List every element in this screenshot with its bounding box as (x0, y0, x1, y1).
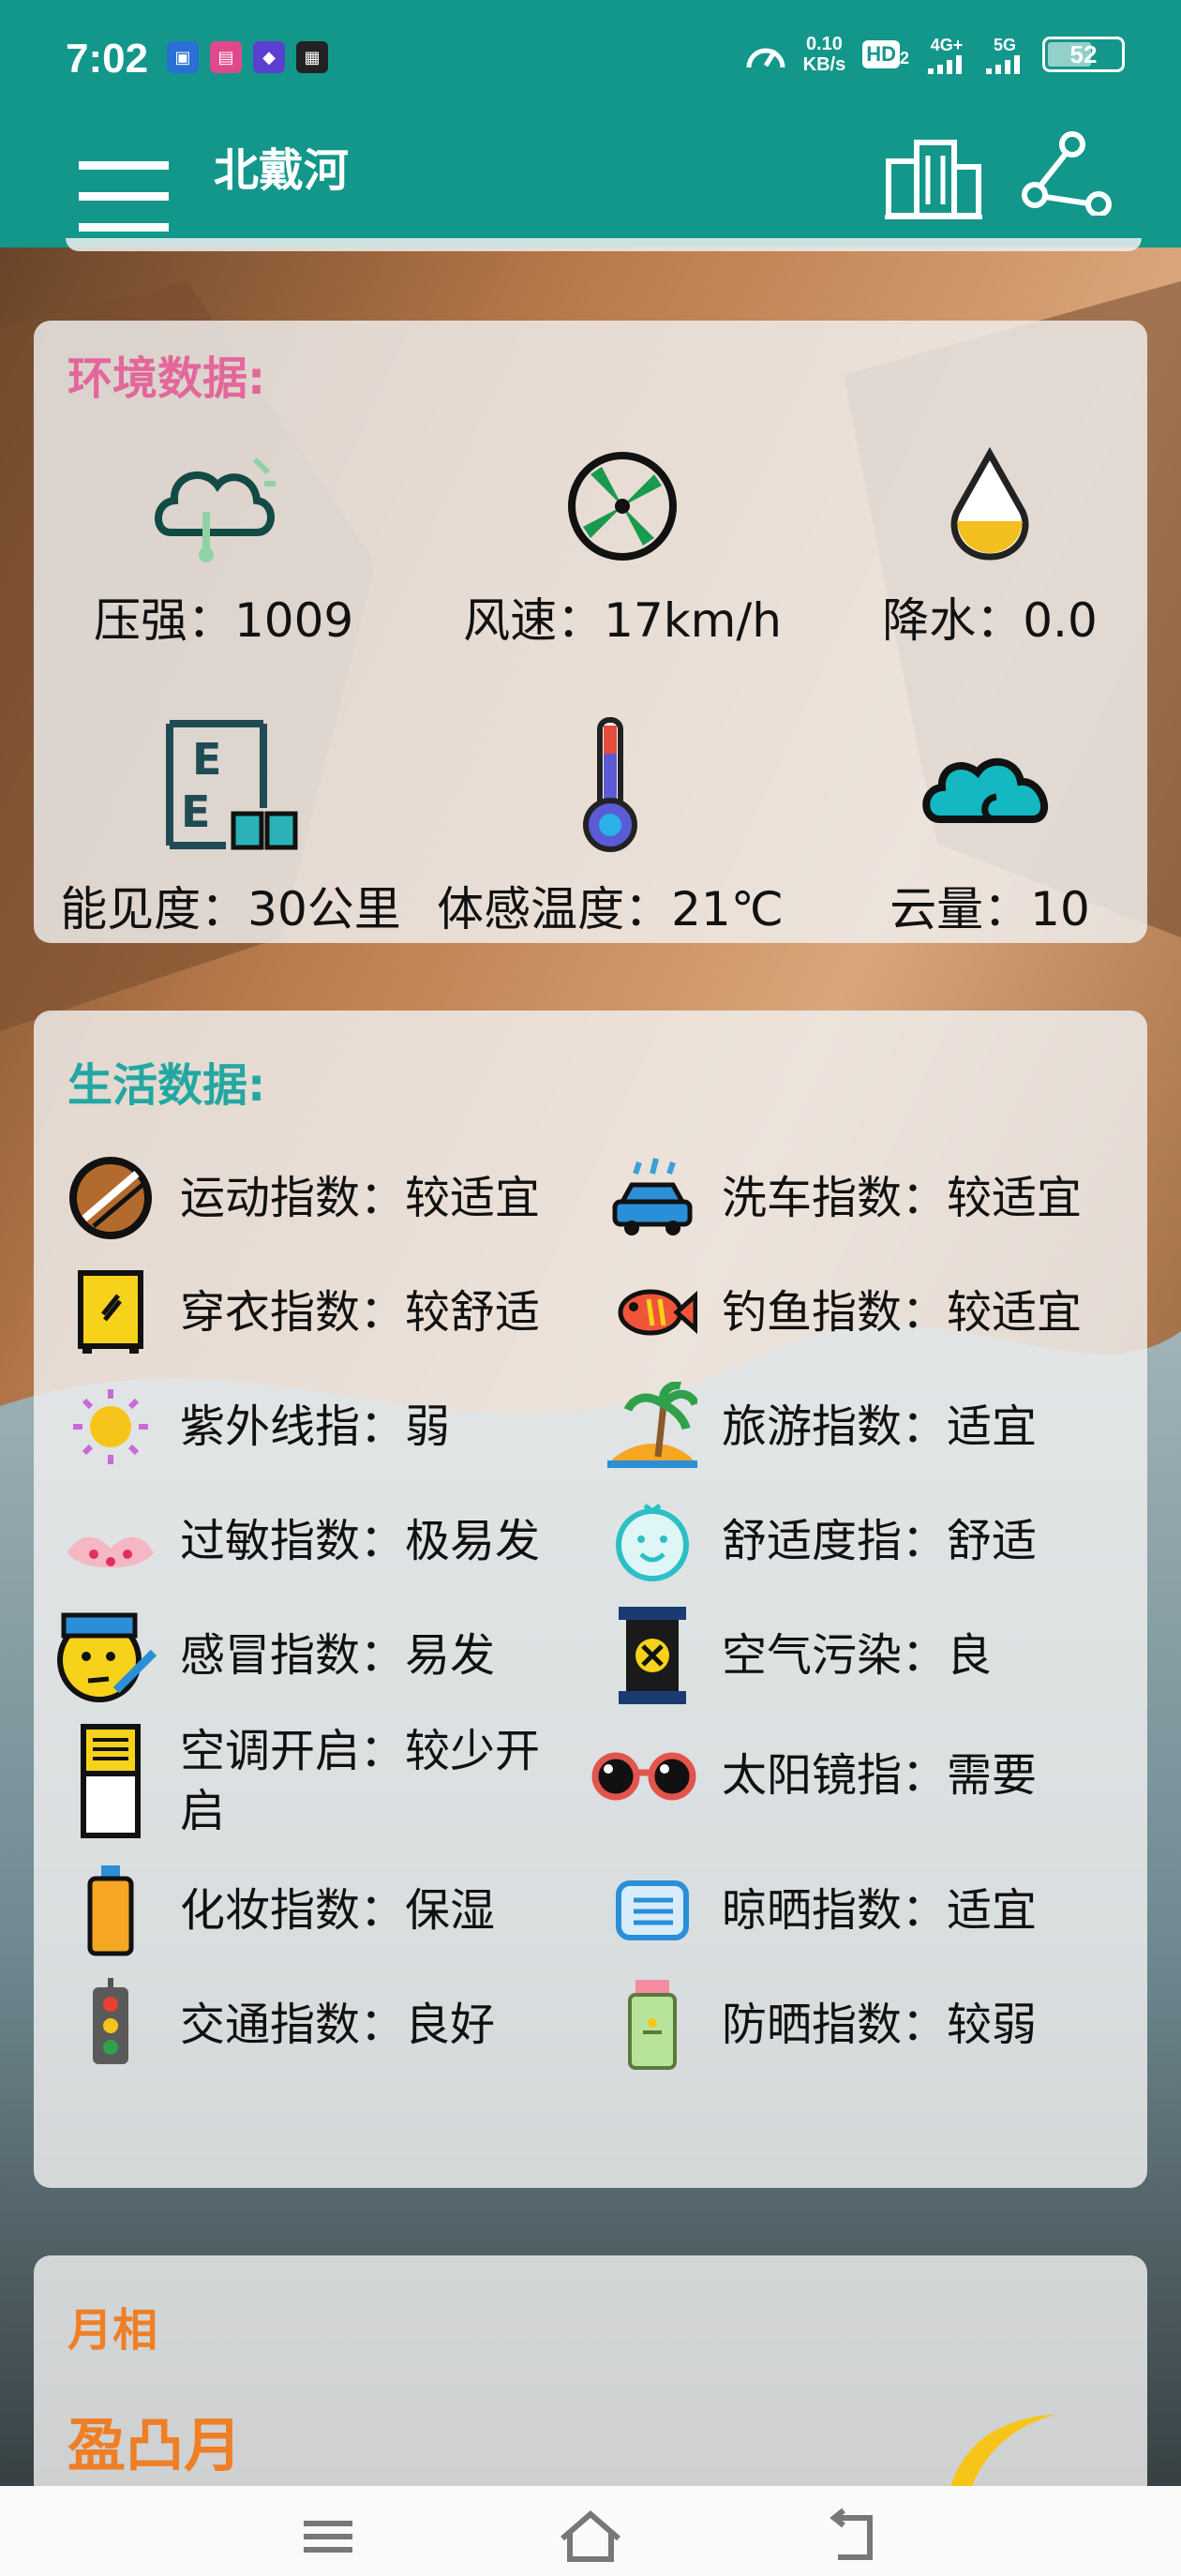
cloud-pressure-icon (155, 457, 276, 562)
svg-text:E: E (192, 734, 221, 785)
life-item-cold: 感冒指数：易发 (51, 1607, 495, 1704)
status-indicators: 0.10 KB/s HD 2 4G+ 5G 52 (745, 34, 1125, 75)
hd-voice-badge: HD 2 (862, 40, 909, 68)
signal-4g: 4G+ (926, 36, 967, 74)
life-item-air-conditioner: 空调开启：较少开 启 (62, 1721, 540, 1841)
allergy-icon (67, 1536, 154, 1568)
car-wash-icon (612, 1158, 693, 1236)
life-item-drying: 晾晒指数：适宜 (604, 1862, 1037, 1959)
app-bar (0, 124, 1181, 247)
palm-island-icon (607, 1382, 697, 1468)
app-notification-icon: ▣ (167, 41, 199, 73)
system-nav-bar (0, 2486, 1181, 2576)
moon-phase-name: 盈凸月 (67, 2411, 243, 2479)
life-card: 生活数据: 运动指数：较适宜 洗车指数：较适宜 穿衣指数：较舒适 钓鱼指数：较适… (34, 1011, 1147, 2188)
home-nav-icon[interactable] (553, 2507, 628, 2563)
speedometer-icon (746, 48, 785, 68)
life-item-uv: 紫外线指：弱 (62, 1378, 450, 1475)
environment-title: 环境数据: (67, 352, 266, 405)
life-item-allergy: 过敏指数：极易发 (62, 1492, 540, 1590)
page-title: 北戴河 (214, 144, 350, 197)
city-building-icon[interactable] (885, 139, 982, 219)
cloud-icon (922, 757, 1049, 823)
life-item-car-wash: 洗车指数：较适宜 (604, 1149, 1082, 1247)
life-item-air-pollution: 空气污染：良 (604, 1607, 992, 1704)
env-pressure: 压强：1009 (94, 446, 353, 651)
app-notification-icon: ◆ (253, 41, 285, 73)
menu-nav-icon[interactable] (291, 2507, 366, 2563)
life-item-comfort: 舒适度指：舒适 (604, 1492, 1037, 1590)
fan-icon (568, 452, 677, 561)
fish-icon (618, 1289, 697, 1336)
sunglasses-icon (591, 1752, 696, 1801)
sun-icon (73, 1389, 148, 1464)
menu-icon[interactable] (79, 161, 169, 232)
cosmetic-bottle-icon (87, 1865, 134, 1956)
status-time: 7:02 (66, 36, 149, 82)
env-feels-like: 体感温度：21℃ (427, 714, 793, 939)
env-precipitation: 降水：0.0 (868, 446, 1112, 651)
svg-text:E: E (181, 786, 210, 837)
raindrop-icon (950, 446, 1029, 561)
sick-face-icon (57, 1612, 157, 1702)
sunscreen-icon (628, 1980, 677, 2070)
env-visibility: E E 能见度：30公里 (34, 714, 427, 939)
previous-card-edge (66, 238, 1142, 251)
notification-icons: ▣ ▤ ◆ ▦ (167, 41, 328, 73)
env-wind-speed: 风速：17km/h (426, 446, 819, 651)
app-notification-icon: ▤ (210, 41, 242, 73)
app-notification-icon: ▦ (296, 41, 328, 73)
sport-ball-icon (69, 1157, 152, 1239)
battery-indicator: 52 (1042, 37, 1125, 72)
traffic-light-icon (93, 1978, 128, 2064)
drying-icon (616, 1880, 689, 1940)
env-cloud-cover: 云量：10 (868, 714, 1112, 939)
moon-title: 月相 (67, 2304, 158, 2357)
life-item-dressing: 穿衣指数：较舒适 (62, 1264, 540, 1361)
life-item-fishing: 钓鱼指数：较适宜 (604, 1264, 1082, 1361)
back-nav-icon[interactable] (815, 2507, 890, 2563)
thermometer-icon (583, 717, 637, 852)
life-item-sunglasses: 太阳镜指：需要 (587, 1727, 1037, 1824)
eye-chart-icon: E E (166, 720, 298, 850)
life-title: 生活数据: (67, 1059, 266, 1112)
signal-bars-icon (928, 54, 962, 74)
life-item-sunscreen: 防晒指数：较弱 (604, 1976, 1037, 2074)
wardrobe-icon (78, 1270, 143, 1354)
air-pollution-icon (619, 1607, 686, 1704)
share-icon[interactable] (1020, 131, 1114, 216)
life-item-travel: 旅游指数：适宜 (604, 1378, 1037, 1475)
status-bar: 7:02 ▣ ▤ ◆ ▦ 0.10 KB/s HD 2 4G+ 5G 52 (0, 0, 1181, 124)
smiley-face-icon (616, 1504, 689, 1581)
environment-card: 环境数据: 压强：1009 风速：17km/h 降水：0.0 E E 能见度：3… (34, 321, 1147, 943)
network-speed: 0.10 KB/s (802, 34, 846, 75)
life-item-sport: 运动指数：较适宜 (62, 1149, 540, 1247)
life-item-makeup: 化妆指数：保湿 (62, 1862, 495, 1959)
life-item-traffic: 交通指数：良好 (62, 1976, 495, 2074)
signal-5g: 5G (984, 36, 1025, 74)
air-conditioner-icon (81, 1724, 141, 1838)
signal-bars-icon (986, 54, 1020, 74)
